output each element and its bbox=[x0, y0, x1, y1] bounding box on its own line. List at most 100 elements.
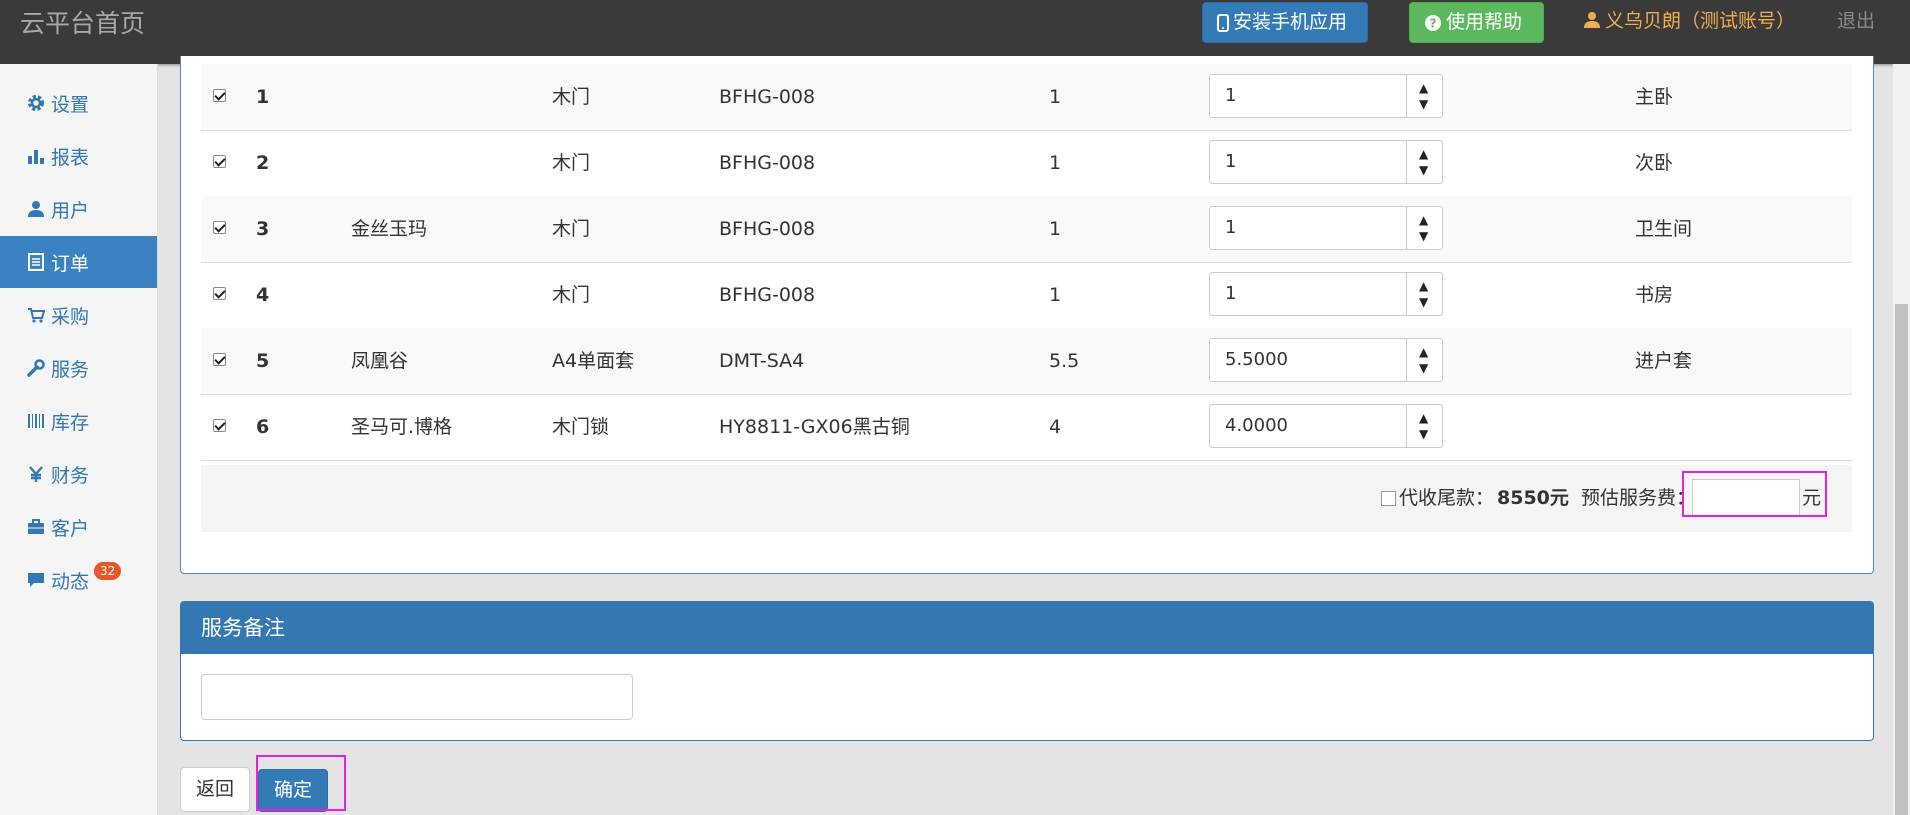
sidebar-item-inventory[interactable]: 库存 bbox=[0, 395, 157, 447]
summary-row: 代收尾款： 8550元 预估服务费： 元 bbox=[201, 465, 1852, 532]
quantity: 5.5 bbox=[1049, 350, 1080, 372]
help-button[interactable]: ? 使用帮助 bbox=[1409, 2, 1544, 43]
brand-home-link[interactable]: 云平台首页 bbox=[20, 4, 145, 40]
row-number: 4 bbox=[256, 284, 270, 306]
order-items-panel: 1 木门 BFHG-008 1 1 ▲ ▼ 主卧 2 木门 BFHG-008 1 bbox=[180, 56, 1874, 574]
scrollbar-thumb[interactable] bbox=[1895, 304, 1908, 815]
row-checkbox[interactable] bbox=[213, 287, 226, 300]
service-quantity-stepper[interactable]: 4.0000 ▲ ▼ bbox=[1209, 404, 1443, 448]
decrement-icon[interactable]: ▼ bbox=[1419, 164, 1428, 176]
product-name: 圣马可.博格 bbox=[351, 416, 453, 438]
increment-icon[interactable]: ▲ bbox=[1419, 214, 1428, 226]
room-location: 进户套 bbox=[1635, 350, 1693, 372]
sidebar-item-activity[interactable]: 动态 32 bbox=[0, 554, 157, 606]
wrench-icon bbox=[27, 359, 45, 377]
row-checkbox[interactable] bbox=[213, 353, 226, 366]
user-menu[interactable]: 义乌贝朗（测试账号） bbox=[1583, 6, 1795, 33]
top-navbar: 云平台首页 安装手机应用 ? 使用帮助 义乌贝朗（测试账号） 退出 bbox=[0, 0, 1910, 64]
product-type: 木门 bbox=[552, 86, 591, 108]
cart-icon bbox=[27, 306, 45, 324]
page-scrollbar[interactable] bbox=[1893, 64, 1910, 815]
question-circle-icon: ? bbox=[1425, 14, 1441, 31]
quantity: 1 bbox=[1049, 86, 1062, 108]
row-checkbox[interactable] bbox=[213, 89, 226, 102]
increment-icon[interactable]: ▲ bbox=[1419, 346, 1428, 358]
sidebar-item-purchase[interactable]: 采购 bbox=[0, 289, 157, 341]
product-type: 木门锁 bbox=[552, 416, 610, 438]
product-name: 凤凰谷 bbox=[351, 350, 409, 372]
service-remark-input[interactable] bbox=[201, 674, 633, 720]
sidebar-item-reports[interactable]: 报表 bbox=[0, 130, 157, 182]
cod-balance: 代收尾款： 8550元 bbox=[1381, 465, 1569, 532]
increment-icon[interactable]: ▲ bbox=[1419, 82, 1428, 94]
quantity: 1 bbox=[1049, 218, 1062, 240]
table-row: 1 木门 BFHG-008 1 1 ▲ ▼ 主卧 bbox=[201, 64, 1852, 131]
service-quantity-stepper[interactable]: 1 ▲ ▼ bbox=[1209, 74, 1443, 118]
back-button[interactable]: 返回 bbox=[180, 767, 250, 812]
service-quantity-stepper[interactable]: 1 ▲ ▼ bbox=[1209, 272, 1443, 316]
product-model: DMT-SA4 bbox=[719, 350, 805, 372]
decrement-icon[interactable]: ▼ bbox=[1419, 362, 1428, 374]
sidebar-item-orders[interactable]: 订单 bbox=[0, 236, 157, 288]
service-quantity-value: 1 bbox=[1225, 217, 1237, 238]
increment-icon[interactable]: ▲ bbox=[1419, 148, 1428, 160]
row-checkbox[interactable] bbox=[213, 419, 226, 432]
svg-text:?: ? bbox=[1430, 16, 1437, 30]
room-location: 次卧 bbox=[1635, 152, 1674, 174]
decrement-icon[interactable]: ▼ bbox=[1419, 296, 1428, 308]
service-quantity-stepper[interactable]: 5.5000 ▲ ▼ bbox=[1209, 338, 1443, 382]
increment-icon[interactable]: ▲ bbox=[1419, 280, 1428, 292]
user-icon bbox=[1584, 11, 1600, 28]
help-label: 使用帮助 bbox=[1446, 11, 1523, 33]
service-quantity-stepper[interactable]: 1 ▲ ▼ bbox=[1209, 140, 1443, 184]
stepper-arrows[interactable]: ▲ ▼ bbox=[1406, 207, 1443, 249]
sidebar-item-customers[interactable]: 客户 bbox=[0, 501, 157, 553]
stepper-arrows[interactable]: ▲ ▼ bbox=[1406, 273, 1443, 315]
sidebar-item-label: 订单 bbox=[51, 252, 90, 275]
sidebar-item-label: 库存 bbox=[51, 411, 90, 434]
row-checkbox[interactable] bbox=[213, 155, 226, 168]
mobile-phone-icon bbox=[1217, 13, 1229, 32]
table-row: 3 金丝玉玛 木门 BFHG-008 1 1 ▲ ▼ 卫生间 bbox=[201, 196, 1852, 263]
product-model: HY8811-GX06黑古铜 bbox=[719, 416, 910, 438]
sidebar-item-settings[interactable]: 设置 bbox=[0, 77, 157, 129]
product-model: BFHG-008 bbox=[719, 218, 816, 240]
stepper-arrows[interactable]: ▲ ▼ bbox=[1406, 339, 1443, 381]
product-model: BFHG-008 bbox=[719, 86, 816, 108]
cod-label: 代收尾款： bbox=[1399, 487, 1495, 509]
yen-icon bbox=[27, 465, 45, 483]
user-icon bbox=[27, 200, 45, 218]
service-quantity-stepper[interactable]: 1 ▲ ▼ bbox=[1209, 206, 1443, 250]
table-row: 6 圣马可.博格 木门锁 HY8811-GX06黑古铜 4 4.0000 ▲ ▼ bbox=[201, 394, 1852, 461]
product-name: 金丝玉玛 bbox=[351, 218, 428, 240]
sidebar-item-users[interactable]: 用户 bbox=[0, 183, 157, 235]
stepper-arrows[interactable]: ▲ ▼ bbox=[1406, 75, 1443, 117]
logout-link[interactable]: 退出 bbox=[1837, 6, 1875, 33]
room-location: 书房 bbox=[1635, 284, 1674, 306]
cod-checkbox[interactable] bbox=[1381, 491, 1396, 506]
product-type: 木门 bbox=[552, 218, 591, 240]
decrement-icon[interactable]: ▼ bbox=[1419, 230, 1428, 242]
service-fee-highlight bbox=[1682, 471, 1827, 517]
service-fee-label: 预估服务费： bbox=[1581, 487, 1696, 509]
sidebar-item-service[interactable]: 服务 bbox=[0, 342, 157, 394]
row-number: 3 bbox=[256, 218, 270, 240]
stepper-arrows[interactable]: ▲ ▼ bbox=[1406, 405, 1443, 447]
row-checkbox[interactable] bbox=[213, 221, 226, 234]
sidebar-item-finance[interactable]: 财务 bbox=[0, 448, 157, 500]
list-icon bbox=[27, 253, 45, 271]
install-app-button[interactable]: 安装手机应用 bbox=[1202, 2, 1368, 43]
increment-icon[interactable]: ▲ bbox=[1419, 412, 1428, 424]
row-number: 5 bbox=[256, 350, 270, 372]
stepper-arrows[interactable]: ▲ ▼ bbox=[1406, 141, 1443, 183]
decrement-icon[interactable]: ▼ bbox=[1419, 98, 1428, 110]
notification-badge: 32 bbox=[94, 562, 122, 580]
decrement-icon[interactable]: ▼ bbox=[1419, 428, 1428, 440]
service-quantity-value: 1 bbox=[1225, 151, 1237, 172]
row-number: 1 bbox=[256, 86, 270, 108]
product-type: A4单面套 bbox=[552, 350, 635, 372]
barcode-icon bbox=[27, 412, 45, 430]
sidebar: 设置 报表 用户 订单 采购 服务 库存 财务 客户 动态 32 bbox=[0, 64, 158, 815]
service-quantity-value: 1 bbox=[1225, 283, 1237, 304]
service-quantity-value: 5.5000 bbox=[1225, 349, 1288, 370]
